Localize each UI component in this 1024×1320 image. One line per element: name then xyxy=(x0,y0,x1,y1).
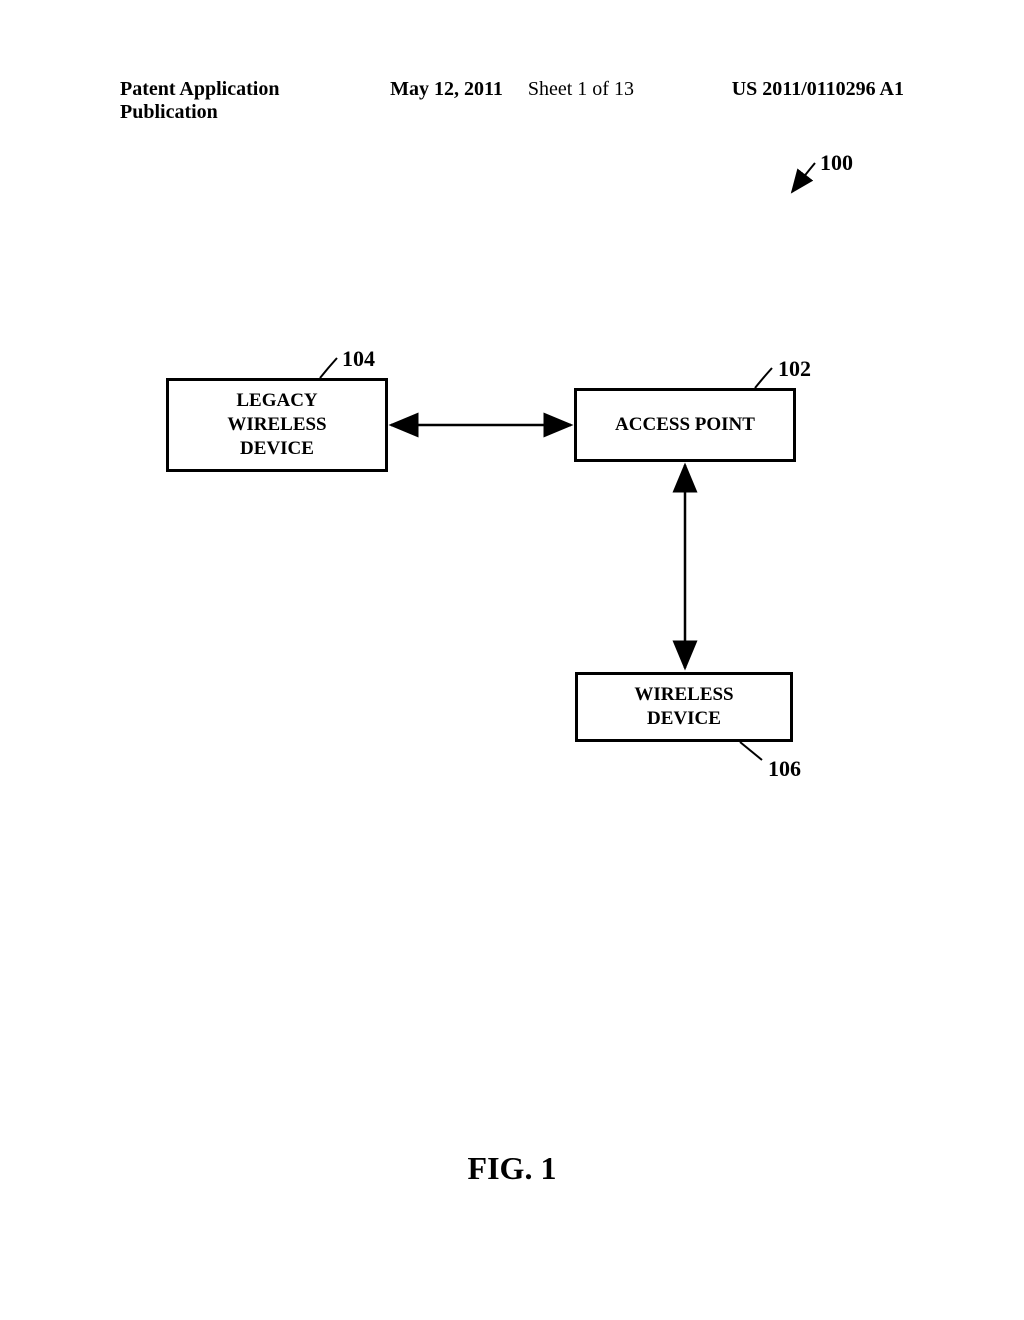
legacy-box-line1: LEGACY xyxy=(236,389,317,413)
diagram-container: 100 LEGACY WIRELESS DEVICE 104 ACCESS PO… xyxy=(0,0,1024,1320)
legacy-reference-label: 104 xyxy=(342,346,375,372)
wd-box-line2: DEVICE xyxy=(647,707,721,731)
wd-box-line1: WIRELESS xyxy=(634,683,733,707)
ap-reference-label: 102 xyxy=(778,356,811,382)
diagram-svg xyxy=(0,0,1024,1320)
access-point-box: ACCESS POINT xyxy=(574,388,796,462)
wd-reference-label: 106 xyxy=(768,756,801,782)
figure-caption: FIG. 1 xyxy=(0,1150,1024,1187)
legacy-box-line3: DEVICE xyxy=(240,437,314,461)
wireless-device-box: WIRELESS DEVICE xyxy=(575,672,793,742)
ap-box-line1: ACCESS POINT xyxy=(615,413,755,437)
legacy-wireless-device-box: LEGACY WIRELESS DEVICE xyxy=(166,378,388,472)
system-reference-label: 100 xyxy=(820,150,853,176)
legacy-box-line2: WIRELESS xyxy=(227,413,326,437)
